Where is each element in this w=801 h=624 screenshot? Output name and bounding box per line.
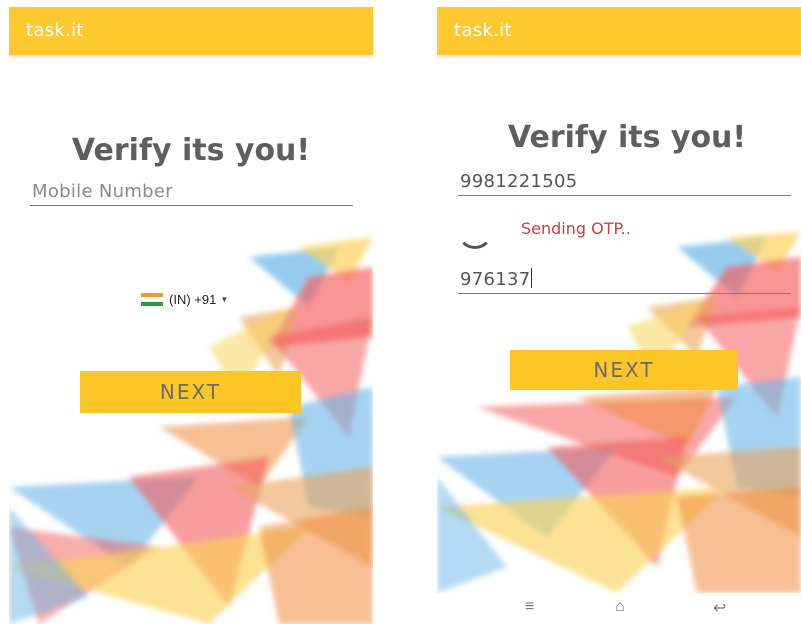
page-title: Verify its you! — [71, 133, 311, 168]
otp-field[interactable]: 976137 — [458, 263, 791, 294]
system-nav-bar: ≡ ⌂ ↩ — [437, 594, 801, 624]
app-bar: task.it — [437, 7, 801, 55]
home-icon[interactable]: ⌂ — [615, 598, 625, 616]
otp-value: 976137 — [460, 269, 531, 290]
mobile-number-field[interactable]: 9981221505 — [458, 165, 791, 196]
otp-value-wrap: 976137 — [460, 268, 532, 290]
text-cursor — [530, 268, 532, 288]
app-title: task.it — [454, 20, 512, 41]
right-screen: task.it Verify its you! 9981221505 Sendi… — [437, 7, 801, 593]
app-bar: task.it — [9, 7, 373, 55]
back-icon[interactable]: ↩ — [713, 598, 726, 618]
otp-status-text: Sending OTP.. — [521, 219, 631, 238]
next-button[interactable]: NEXT — [80, 371, 301, 413]
mobile-number-field[interactable]: Mobile Number — [30, 175, 353, 206]
mobile-number-value: 9981221505 — [460, 171, 578, 192]
loading-spinner-icon — [457, 213, 493, 249]
country-code-label: (IN) +91 — [169, 292, 217, 307]
app-title: task.it — [26, 20, 84, 41]
menu-icon[interactable]: ≡ — [525, 598, 534, 616]
india-flag-icon — [141, 293, 163, 306]
chevron-down-icon: ▼ — [220, 295, 229, 304]
page-title: Verify its you! — [507, 120, 747, 155]
background-triangles — [9, 237, 373, 624]
country-code-picker[interactable]: (IN) +91 ▼ — [141, 292, 228, 307]
next-button[interactable]: NEXT — [510, 350, 738, 390]
background-triangles — [437, 232, 801, 593]
left-screen: task.it Verify its you! Mobile Number (I… — [9, 7, 373, 624]
mobile-number-placeholder: Mobile Number — [32, 181, 173, 202]
